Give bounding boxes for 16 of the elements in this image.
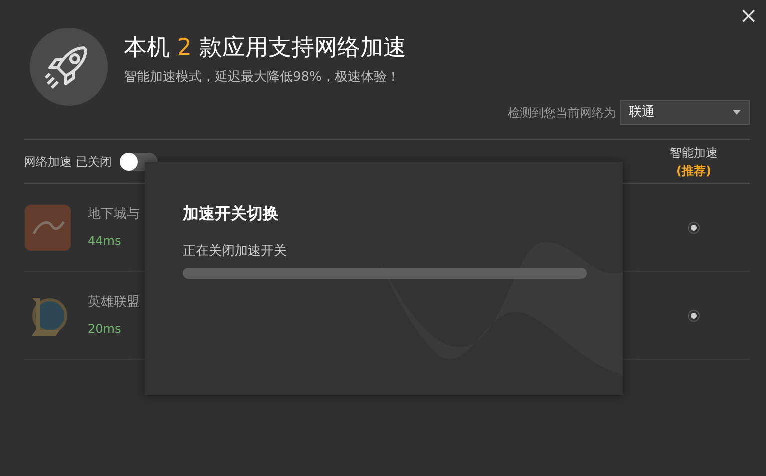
page-title: 本机 2 款应用支持网络加速 xyxy=(124,34,406,63)
subtitle-text: 智能加速模式，延迟最大降低98%，极速体验！ xyxy=(124,68,401,87)
app-name: 地下城与 xyxy=(88,206,140,224)
network-dropdown[interactable]: 联通 xyxy=(620,100,750,125)
column-header: 智能加速 (推荐) xyxy=(669,144,719,180)
app-name: 英雄联盟 xyxy=(88,294,140,312)
dialog-message: 正在关闭加速开关 xyxy=(183,243,288,261)
close-button[interactable]: × xyxy=(736,4,762,30)
rocket-icon xyxy=(30,28,108,106)
latency-text: 20ms xyxy=(88,321,122,338)
dialog-title: 加速开关切换 xyxy=(183,203,280,225)
game-icon xyxy=(24,204,72,252)
latency-text: 44ms xyxy=(88,233,122,250)
caret-icon xyxy=(733,110,741,115)
network-label: 检测到您当前网络为 xyxy=(508,104,616,122)
switch-label: 网络加速 已关闭 xyxy=(24,154,112,170)
